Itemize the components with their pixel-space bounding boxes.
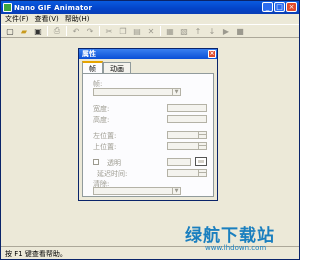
watermark-url: www.lhdown.com [205, 244, 267, 252]
height-label: 高度: [93, 116, 110, 124]
transparent-checkbox[interactable] [93, 159, 99, 165]
window-title: Nano GIF Animator [14, 3, 93, 12]
paste-icon[interactable]: ▤ [131, 26, 143, 37]
transparent-color-field[interactable] [167, 158, 191, 166]
move-up-icon[interactable]: ↑ [192, 26, 204, 37]
cut-icon[interactable]: ✂ [103, 26, 115, 37]
transparent-label: 透明 [107, 159, 121, 167]
frame-properties-panel: 帧: ▼ 宽度: 高度: 左位置: 上位置: 透明 延迟时间: 清除: ▼ [82, 73, 214, 197]
delay-label: 延迟时间: [97, 170, 128, 178]
toolbar-separator [99, 26, 100, 36]
open-icon[interactable]: ▰ [18, 26, 30, 37]
frame-import-icon[interactable]: ▧ [178, 26, 190, 37]
delay-stepper[interactable] [167, 169, 207, 177]
height-field[interactable] [167, 115, 207, 123]
frame-select[interactable]: ▼ [93, 88, 181, 96]
save-icon[interactable]: ▣ [32, 26, 44, 37]
menu-file[interactable]: 文件(F) [5, 14, 29, 24]
delete-icon[interactable]: ✕ [145, 26, 157, 37]
redo-icon[interactable]: ↷ [84, 26, 96, 37]
print-icon[interactable]: ⎙ [51, 26, 63, 37]
frame-add-icon[interactable]: ▦ [164, 26, 176, 37]
top-position-label: 上位置: [93, 143, 117, 151]
left-position-stepper[interactable] [167, 131, 207, 139]
dialog-title-bar[interactable]: 属性 × [79, 49, 217, 59]
toolbar-separator [160, 26, 161, 36]
top-position-stepper[interactable] [167, 142, 207, 150]
copy-icon[interactable]: ❐ [117, 26, 129, 37]
status-text: 按 F1 键查看帮助。 [5, 250, 67, 258]
dispose-select[interactable]: ▼ [93, 187, 181, 195]
color-picker-button[interactable] [195, 157, 207, 166]
toolbar-separator [47, 26, 48, 36]
menu-view[interactable]: 查看(V) [35, 14, 59, 24]
app-icon [3, 3, 12, 12]
properties-dialog: 属性 × 帧 动画 帧: ▼ 宽度: 高度: 左位置: 上位置: 透明 延迟时间… [78, 48, 218, 201]
maximize-button[interactable]: □ [274, 2, 285, 12]
dialog-title: 属性 [82, 50, 96, 58]
app-window: Nano GIF Animator _ □ × 文件(F) 查看(V) 帮助(H… [0, 0, 300, 260]
menu-help[interactable]: 帮助(H) [65, 14, 90, 24]
title-bar[interactable]: Nano GIF Animator _ □ × [1, 1, 299, 14]
chevron-down-icon: ▼ [172, 188, 180, 194]
menu-bar: 文件(F) 查看(V) 帮助(H) [1, 14, 299, 24]
width-field[interactable] [167, 104, 207, 112]
chevron-down-icon: ▼ [172, 89, 180, 95]
dialog-close-button[interactable]: × [208, 50, 216, 58]
close-button[interactable]: × [286, 2, 297, 12]
move-down-icon[interactable]: ↓ [206, 26, 218, 37]
new-icon[interactable]: ▢ [4, 26, 16, 37]
minimize-button[interactable]: _ [262, 2, 273, 12]
watermark-text: 绿航下载站 [185, 226, 275, 246]
stop-icon[interactable]: ■ [234, 26, 246, 37]
left-position-label: 左位置: [93, 132, 117, 140]
toolbar: ▢ ▰ ▣ ⎙ ↶ ↷ ✂ ❐ ▤ ✕ ▦ ▧ ↑ ↓ ▶ ■ [1, 24, 299, 38]
undo-icon[interactable]: ↶ [70, 26, 82, 37]
width-label: 宽度: [93, 105, 110, 113]
toolbar-separator [66, 26, 67, 36]
watermark-logo: 绿航下载站 www.lhdown.com [185, 221, 299, 259]
play-icon[interactable]: ▶ [220, 26, 232, 37]
